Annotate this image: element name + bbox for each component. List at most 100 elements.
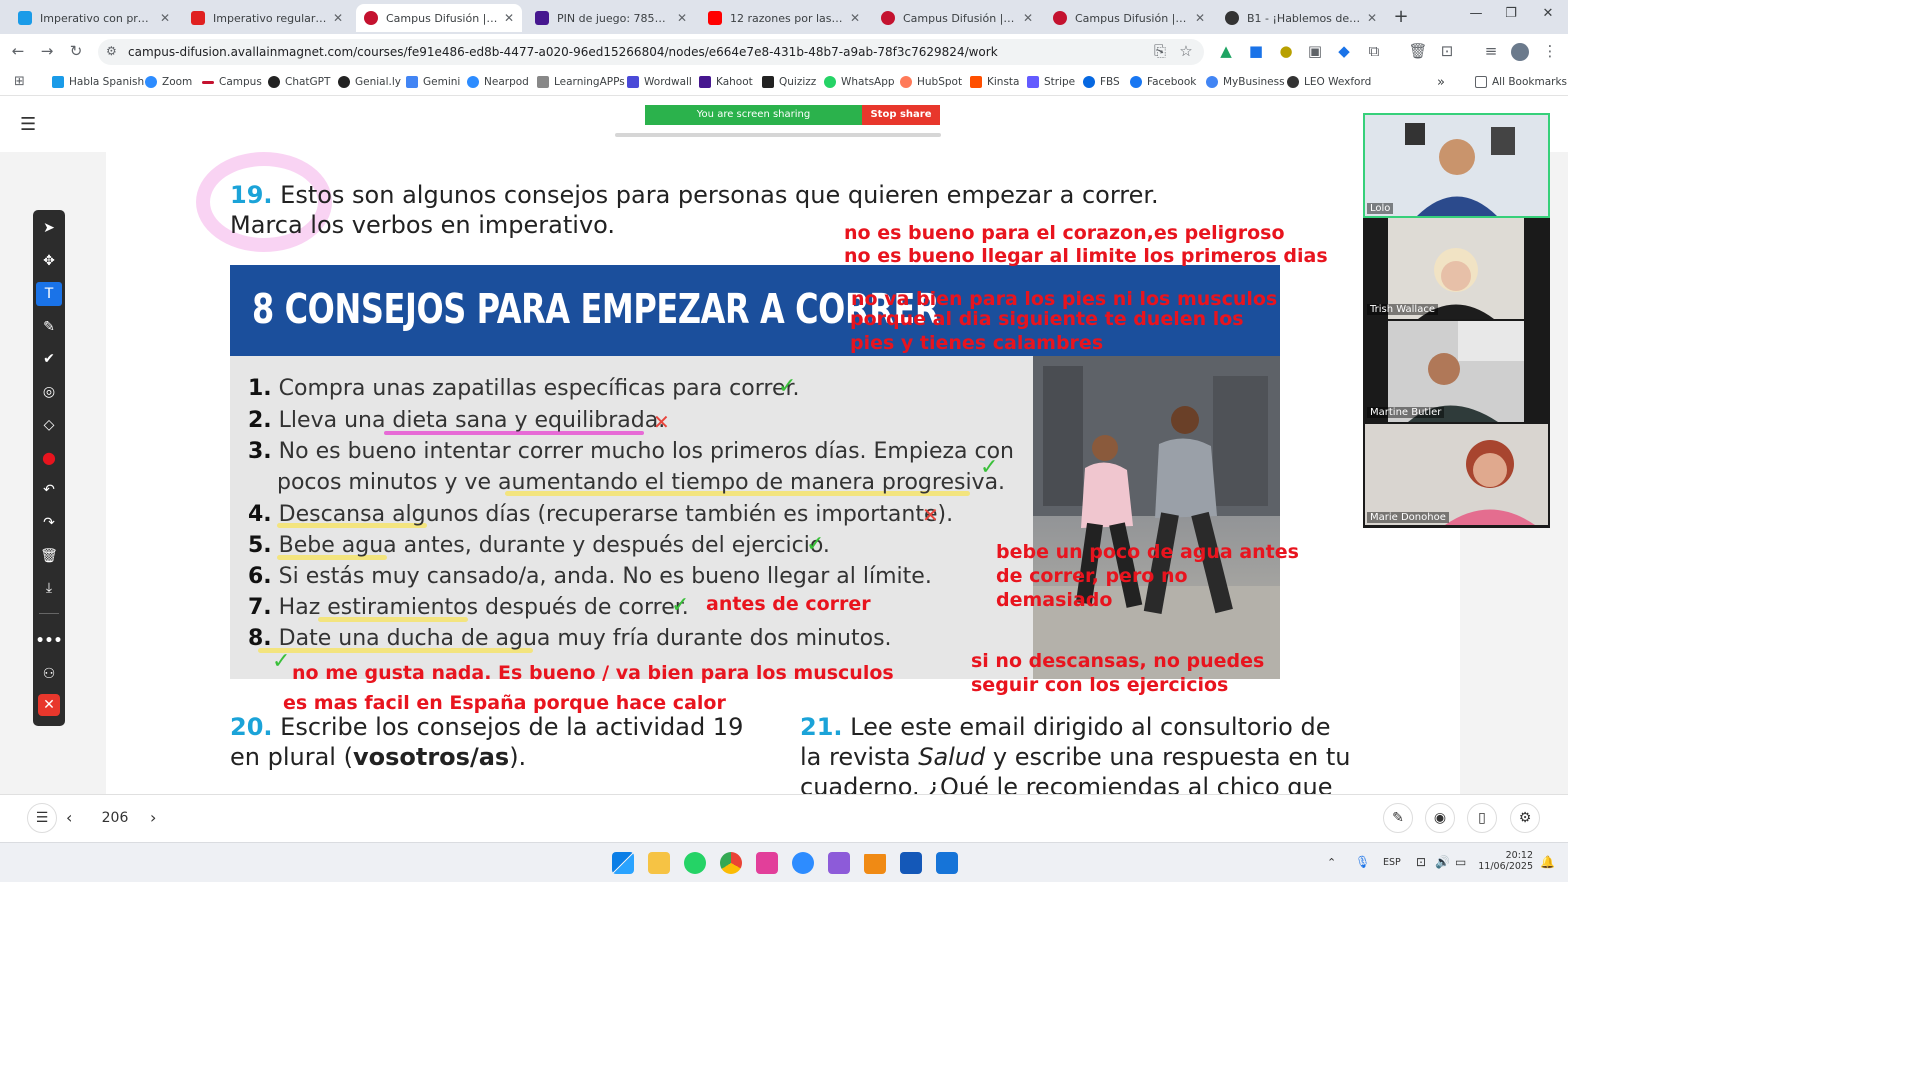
bookmark-hubspot[interactable]: HubSpot: [900, 74, 962, 90]
site-info-icon[interactable]: ⚙: [106, 44, 117, 58]
apps-grid-icon[interactable]: ⊞: [14, 74, 25, 89]
more-options-icon[interactable]: •••: [33, 629, 65, 653]
all-bookmarks-folder[interactable]: All Bookmarks: [1475, 74, 1567, 90]
tray-chevron-icon[interactable]: ⌃: [1327, 856, 1336, 869]
bookmark-whatsapp[interactable]: WhatsApp: [824, 74, 895, 90]
bookmark-mybusiness[interactable]: MyBusiness: [1206, 74, 1285, 90]
notes-edit-icon[interactable]: ✎: [1383, 803, 1413, 833]
video-tile-lolo[interactable]: Lolo: [1363, 113, 1550, 218]
screen-search-icon[interactable]: ⊡: [1437, 41, 1457, 61]
pen-icon[interactable]: ✎: [33, 315, 65, 339]
text-tool-icon[interactable]: T: [36, 282, 62, 306]
tab-4[interactable]: 12 razones por las que tu ✕: [700, 4, 868, 32]
bookmark-learningapps[interactable]: LearningAPPs: [537, 74, 625, 90]
next-page-icon[interactable]: ›: [150, 808, 156, 827]
trash-icon[interactable]: 🗑: [1408, 41, 1428, 61]
reload-icon[interactable]: ↻: [66, 41, 86, 61]
reading-list-icon[interactable]: ≡: [1481, 41, 1501, 61]
close-icon[interactable]: ✕: [1195, 11, 1205, 25]
redo-icon[interactable]: ↷: [33, 511, 65, 535]
snipping-tool-icon[interactable]: [756, 852, 778, 874]
color-picker-icon[interactable]: ●: [33, 446, 65, 470]
settings-gear-icon[interactable]: ⚙: [1510, 803, 1540, 833]
video-tile-marie[interactable]: Marie Donohoe: [1365, 424, 1548, 525]
bookmark-kahoot[interactable]: Kahoot: [699, 74, 753, 90]
menu-dots-icon[interactable]: ⋮: [1540, 41, 1560, 61]
install-app-icon[interactable]: ⎘: [1150, 41, 1170, 61]
bookmark-star-icon[interactable]: ☆: [1176, 41, 1196, 61]
bookmark-zoom[interactable]: Zoom: [145, 74, 192, 90]
bookmark-quizizz[interactable]: Quizizz: [762, 74, 816, 90]
back-icon[interactable]: ←: [8, 41, 28, 61]
tab-0[interactable]: Imperativo con pronombres ✕: [10, 4, 178, 32]
previous-page-icon[interactable]: ‹: [66, 808, 72, 827]
close-icon[interactable]: ✕: [1367, 11, 1377, 25]
close-icon[interactable]: ✕: [850, 11, 860, 25]
stop-share-button[interactable]: Stop share: [862, 105, 940, 125]
clock[interactable]: 20:12 11/06/2025: [1478, 850, 1533, 872]
move-icon[interactable]: ✥: [33, 249, 65, 273]
extension-icon[interactable]: ▣: [1305, 41, 1325, 61]
tab-6[interactable]: Campus Difusión | Courses ✕: [1045, 4, 1213, 32]
bookmark-stripe[interactable]: Stripe: [1027, 74, 1075, 90]
app-icon[interactable]: [900, 852, 922, 874]
extension-icon[interactable]: ◆: [1334, 41, 1354, 61]
eraser-icon[interactable]: ◇: [33, 413, 65, 437]
close-icon[interactable]: ✕: [160, 11, 170, 25]
tab-2-active[interactable]: Campus Difusión | Courses ✕: [356, 4, 522, 32]
whatsapp-app-icon[interactable]: [684, 852, 706, 874]
bookmark-habla-spanish[interactable]: Habla Spanish: [52, 74, 144, 90]
language-indicator[interactable]: ESP: [1383, 857, 1401, 868]
save-download-icon[interactable]: ⤓: [33, 576, 65, 600]
close-icon[interactable]: ✕: [333, 11, 343, 25]
tab-5[interactable]: Campus Difusión | Courses ✕: [873, 4, 1041, 32]
stamp-check-icon[interactable]: ✔: [33, 347, 65, 371]
bookmark-gemini[interactable]: Gemini: [406, 74, 460, 90]
list-view-icon[interactable]: ☰: [27, 803, 57, 833]
file-explorer-icon[interactable]: [648, 852, 670, 874]
extension-icon[interactable]: ●: [1276, 41, 1296, 61]
close-annotation-icon[interactable]: ✕: [38, 694, 60, 716]
close-icon[interactable]: ✕: [504, 11, 514, 25]
minimize-icon[interactable]: —: [1464, 6, 1488, 26]
app-icon[interactable]: [828, 852, 850, 874]
notifications-icon[interactable]: 🔔: [1540, 855, 1555, 869]
bookmark-genially[interactable]: Genial.ly: [338, 74, 401, 90]
volume-icon[interactable]: 🔊: [1435, 855, 1450, 869]
windows-start-icon[interactable]: [612, 852, 634, 874]
preview-eye-icon[interactable]: ◉: [1425, 803, 1455, 833]
close-icon[interactable]: ✕: [677, 11, 687, 25]
bookmark-wordwall[interactable]: Wordwall: [627, 74, 692, 90]
close-icon[interactable]: ✕: [1023, 11, 1033, 25]
spotlight-icon[interactable]: ◎: [33, 380, 65, 404]
new-tab-button[interactable]: +: [1390, 6, 1412, 28]
bookmark-fbs[interactable]: FBS: [1083, 74, 1120, 90]
share-drag-handle[interactable]: [615, 133, 941, 137]
network-icon[interactable]: ⊡: [1416, 855, 1426, 869]
undo-icon[interactable]: ↶: [33, 478, 65, 502]
tab-3[interactable]: PIN de juego: 7851479 - E ✕: [527, 4, 695, 32]
bookmark-chatgpt[interactable]: ChatGPT: [268, 74, 330, 90]
extensions-puzzle-icon[interactable]: ⧉: [1364, 41, 1384, 61]
more-bookmarks-icon[interactable]: »: [1437, 74, 1445, 90]
chrome-app-icon[interactable]: [720, 852, 742, 874]
restore-icon[interactable]: ❐: [1499, 6, 1523, 26]
bookmark-campus[interactable]: Campus: [202, 74, 262, 90]
notepad-app-icon[interactable]: [936, 852, 958, 874]
zoom-app-icon[interactable]: [792, 852, 814, 874]
page-number-input[interactable]: 206: [98, 810, 132, 826]
pointer-icon[interactable]: ➤: [33, 216, 65, 240]
vlc-app-icon[interactable]: [864, 852, 886, 874]
url-text[interactable]: campus-difusion.avallainmagnet.com/cours…: [128, 45, 998, 59]
close-window-icon[interactable]: ✕: [1536, 6, 1560, 26]
drive-extension-icon[interactable]: ▲: [1216, 41, 1236, 61]
tab-7[interactable]: B1 - ¡Hablemos de algo! | ✕: [1217, 4, 1385, 32]
bookmark-nearpod[interactable]: Nearpod: [467, 74, 529, 90]
microphone-icon[interactable]: 🎙: [1355, 855, 1370, 869]
bookmark-facebook[interactable]: Facebook: [1130, 74, 1196, 90]
bookmark-kinsta[interactable]: Kinsta: [970, 74, 1019, 90]
tab-1[interactable]: Imperativo regular e irregular ✕: [183, 4, 351, 32]
bookmark-leo-wexford[interactable]: LEO Wexford: [1287, 74, 1371, 90]
clear-trash-icon[interactable]: 🗑: [33, 544, 65, 568]
extension-icon[interactable]: ■: [1246, 41, 1266, 61]
